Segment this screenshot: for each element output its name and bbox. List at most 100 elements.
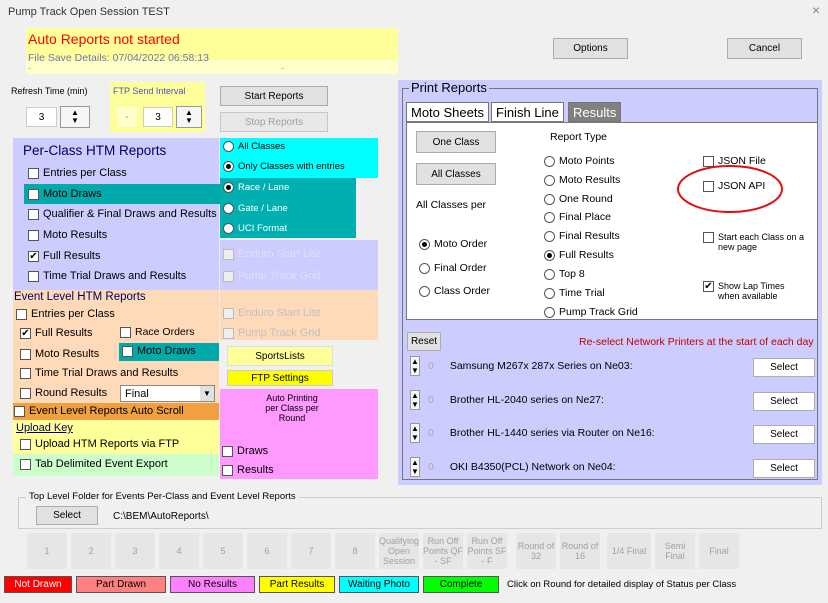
tab-moto-sheets[interactable]: Moto Sheets xyxy=(406,102,489,122)
moto-order-option[interactable]: Moto Order xyxy=(419,238,487,250)
printer-3-spinner[interactable]: ▲ ▼ xyxy=(410,423,420,443)
ftp-settings-button[interactable]: FTP Settings xyxy=(227,370,333,386)
checkbox[interactable] xyxy=(20,387,31,399)
round-run-off-sf-f[interactable]: Run Off Points SF - F xyxy=(467,533,507,569)
only-classes-option[interactable]: Only Classes with entries xyxy=(223,161,345,172)
gate-lane-option[interactable]: Gate / Lane xyxy=(223,203,288,214)
printer-4-select-button[interactable]: Select xyxy=(753,459,815,478)
checkbox[interactable]: ✔ xyxy=(703,281,714,292)
radio[interactable] xyxy=(544,230,555,242)
round-qualifying[interactable]: Qualifying Open Session xyxy=(379,533,419,569)
checkbox[interactable] xyxy=(703,232,714,243)
radio[interactable] xyxy=(419,238,430,250)
round-results-select[interactable]: Final ▼ xyxy=(120,385,215,402)
printer-4-spinner[interactable]: ▲ ▼ xyxy=(410,457,420,477)
start-each-class-option[interactable]: Start each Class on a new page xyxy=(703,232,813,252)
tab-finish-line[interactable]: Finish Line xyxy=(491,102,564,122)
sportslists-button[interactable]: SportsLists xyxy=(227,346,333,366)
checkbox[interactable] xyxy=(14,405,25,417)
printer-2-spinner[interactable]: ▲ ▼ xyxy=(410,390,420,410)
checkbox[interactable] xyxy=(28,270,39,282)
checkbox[interactable] xyxy=(20,458,31,470)
radio[interactable] xyxy=(223,161,234,172)
radio[interactable] xyxy=(544,287,555,299)
type-one-round[interactable]: One Round xyxy=(544,193,613,205)
checkbox[interactable] xyxy=(16,308,27,320)
round-3[interactable]: 3 xyxy=(115,533,155,569)
radio[interactable] xyxy=(223,141,234,152)
refresh-time-spinner[interactable]: ▲ ▼ xyxy=(60,106,90,128)
round-quarter-final[interactable]: 1/4 Final xyxy=(607,533,651,569)
type-moto-results[interactable]: Moto Results xyxy=(544,174,620,186)
round-run-off-qf-sf[interactable]: Run Off Points QF - SF xyxy=(423,533,463,569)
per-class-moto-results[interactable]: Moto Results xyxy=(28,228,107,242)
round-of-32[interactable]: Round of 32 xyxy=(516,533,556,569)
radio[interactable] xyxy=(544,249,555,261)
per-class-qualifier[interactable]: Qualifier & Final Draws and Results xyxy=(28,207,217,221)
checkbox[interactable] xyxy=(20,367,31,379)
all-classes-button[interactable]: All Classes xyxy=(416,163,496,185)
one-class-button[interactable]: One Class xyxy=(416,131,496,153)
checkbox[interactable] xyxy=(20,348,31,360)
auto-print-draws[interactable]: Draws xyxy=(222,445,268,457)
start-reports-button[interactable]: Start Reports xyxy=(220,86,328,106)
round-8[interactable]: 8 xyxy=(335,533,375,569)
chevron-down-icon[interactable]: ▼ xyxy=(200,386,214,401)
type-final-place[interactable]: Final Place xyxy=(544,211,611,223)
radio[interactable] xyxy=(223,223,234,234)
radio[interactable] xyxy=(544,211,555,223)
radio[interactable] xyxy=(544,174,555,186)
show-lap-times-option[interactable]: ✔ Show Lap Times when available xyxy=(703,281,793,301)
round-final[interactable]: Final xyxy=(699,533,739,569)
round-4[interactable]: 4 xyxy=(159,533,199,569)
auto-print-results[interactable]: Results xyxy=(222,464,274,476)
event-race-orders[interactable]: Race Orders xyxy=(120,326,195,338)
ftp-interval-spinner[interactable]: ▲ ▼ xyxy=(176,106,202,128)
checkbox[interactable] xyxy=(28,208,39,220)
event-round-results[interactable]: Round Results xyxy=(20,387,107,399)
cancel-button[interactable]: Cancel xyxy=(727,38,802,59)
tab-delimited-export[interactable]: Tab Delimited Event Export xyxy=(20,458,168,470)
radio[interactable] xyxy=(419,262,430,274)
round-5[interactable]: 5 xyxy=(203,533,243,569)
folder-select-button[interactable]: Select xyxy=(36,506,98,525)
printer-1-spinner[interactable]: ▲ ▼ xyxy=(410,356,420,376)
radio[interactable] xyxy=(544,193,555,205)
checkbox[interactable] xyxy=(222,445,233,457)
checkbox[interactable] xyxy=(222,464,233,476)
event-moto-results[interactable]: Moto Results xyxy=(20,348,99,360)
checkbox[interactable] xyxy=(122,345,133,357)
radio[interactable] xyxy=(223,203,234,214)
radio[interactable] xyxy=(544,155,555,167)
event-full-results[interactable]: ✔ Full Results xyxy=(20,327,92,339)
type-moto-points[interactable]: Moto Points xyxy=(544,155,614,167)
round-semi-final[interactable]: Semi Final xyxy=(655,533,695,569)
event-auto-scroll[interactable]: Event Level Reports Auto Scroll xyxy=(14,405,184,417)
ftp-interval-value[interactable]: 3 xyxy=(143,107,173,127)
type-final-results[interactable]: Final Results xyxy=(544,230,620,242)
type-top-8[interactable]: Top 8 xyxy=(544,268,585,280)
round-of-16[interactable]: Round of 16 xyxy=(560,533,600,569)
tab-results[interactable]: Results xyxy=(568,102,622,122)
checkbox[interactable]: ✔ xyxy=(20,327,31,339)
per-class-entries[interactable]: Entries per Class xyxy=(28,166,127,180)
printer-2-select-button[interactable]: Select xyxy=(753,392,815,411)
type-time-trial[interactable]: Time Trial xyxy=(544,287,605,299)
type-pump-track-grid[interactable]: Pump Track Grid xyxy=(544,306,638,318)
radio[interactable] xyxy=(544,268,555,280)
final-order-option[interactable]: Final Order xyxy=(419,262,487,274)
reset-button[interactable]: Reset xyxy=(407,332,441,351)
refresh-time-value[interactable]: 3 xyxy=(26,107,57,127)
checkbox[interactable] xyxy=(20,438,31,450)
round-6[interactable]: 6 xyxy=(247,533,287,569)
checkbox[interactable] xyxy=(28,188,39,200)
event-time-trial[interactable]: Time Trial Draws and Results xyxy=(20,367,178,379)
uci-format-option[interactable]: UCI Format xyxy=(223,223,287,234)
radio[interactable] xyxy=(223,182,234,193)
checkbox[interactable] xyxy=(120,326,131,338)
radio[interactable] xyxy=(544,306,555,318)
race-lane-option[interactable]: Race / Lane xyxy=(223,182,289,193)
checkbox[interactable] xyxy=(28,229,39,241)
type-full-results[interactable]: Full Results xyxy=(544,249,614,261)
event-entries[interactable]: Entries per Class xyxy=(16,308,115,320)
